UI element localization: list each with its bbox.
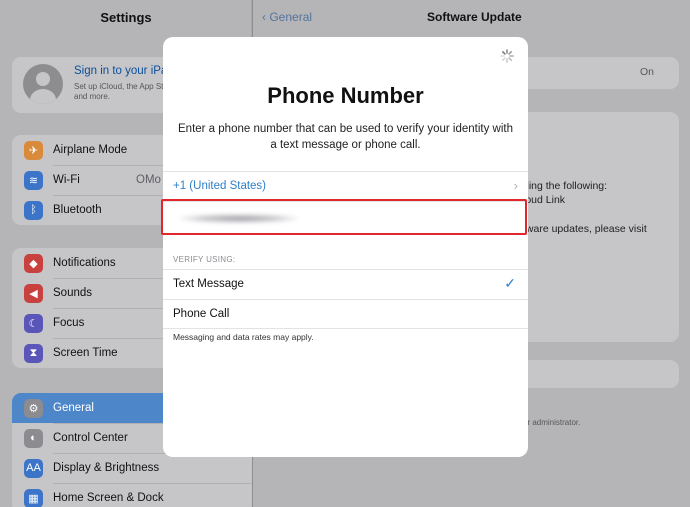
modal-title: Phone Number (267, 83, 424, 108)
text-message-option[interactable]: Text Message ✓ (163, 269, 528, 299)
toggle-value: On (640, 66, 655, 78)
wifi-icon: ≋ (24, 170, 43, 190)
hourglass-icon: ⧗ (24, 343, 43, 363)
sidebar-item-label: Bluetooth (53, 204, 102, 216)
modal-description: Enter a phone number that can be used to… (178, 123, 513, 151)
country-label: +1 (United States) (173, 180, 267, 192)
sidebar-item-label: Notifications (53, 257, 116, 269)
sidebar-title: Settings (100, 10, 152, 25)
avatar (23, 64, 63, 104)
back-button[interactable]: ‹ General (262, 10, 312, 24)
sidebar-item-label: Focus (53, 317, 85, 329)
verify-using-label: VERIFY USING: (173, 255, 236, 264)
sidebar-item-label: Control Center (53, 432, 128, 444)
phone-number-input[interactable] (171, 206, 511, 232)
speaker-icon: ◀ (24, 283, 43, 303)
update-text-2: loud Link (523, 194, 566, 206)
update-text-1: ding the following: (523, 180, 608, 192)
text-message-label: Text Message (173, 278, 244, 290)
detail-title: Software Update (427, 10, 522, 24)
airplane-icon: ✈ (24, 140, 43, 160)
grid-icon: ▦ (24, 488, 43, 507)
admin-note: ur administrator. (523, 418, 581, 427)
checkmark-icon: ✓ (504, 275, 516, 291)
sidebar-item-home-screen-dock[interactable]: ▦ Home Screen & Dock (12, 483, 252, 507)
bluetooth-icon: ᛒ (24, 200, 43, 220)
sign-in-title: Sign in to your iPad (74, 65, 174, 77)
country-selector[interactable]: +1 (United States) › (163, 171, 528, 201)
phone-call-label: Phone Call (173, 308, 230, 320)
rates-footnote: Messaging and data rates may apply. (173, 332, 314, 342)
phone-call-option[interactable]: Phone Call (163, 299, 528, 329)
phone-number-row (163, 201, 528, 235)
update-text-3: tware updates, please visit (523, 223, 647, 235)
phone-number-sheet: Phone Number Enter a phone number that c… (163, 37, 528, 457)
chevron-right-icon: › (513, 178, 518, 193)
moon-icon: ☾ (24, 313, 43, 333)
sidebar-item-label: Screen Time (53, 347, 118, 359)
sidebar-item-label: General (53, 402, 94, 414)
bell-icon: ◆ (24, 253, 43, 273)
text-size-icon: AA (24, 458, 43, 478)
toggles-icon: ◐ (24, 428, 43, 448)
sidebar-item-label: Display & Brightness (53, 462, 160, 474)
sidebar-item-display-brightness[interactable]: AA Display & Brightness (12, 453, 252, 483)
sidebar-item-label: Wi-Fi (53, 174, 80, 186)
gear-icon: ⚙ (24, 398, 43, 418)
sidebar-item-label: Sounds (53, 287, 93, 299)
sidebar-item-value: OMo (136, 174, 161, 186)
sidebar-item-label: Airplane Mode (53, 144, 128, 156)
sidebar-item-label: Home Screen & Dock (53, 492, 164, 504)
loading-spinner-icon (500, 49, 514, 63)
back-label: General (269, 10, 313, 24)
